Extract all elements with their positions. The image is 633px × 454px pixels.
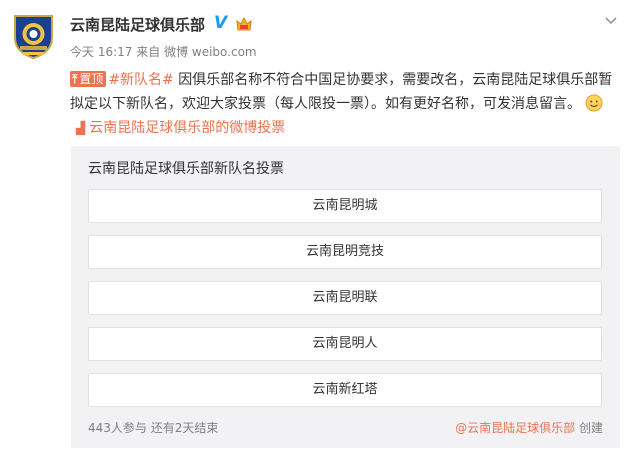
vip-crown-icon [235,15,253,33]
pinned-badge: ⤒ 置顶 [70,71,107,87]
vote-link-icon: ▟ [76,121,86,135]
post-meta: 今天 16:17 来自 微博 weibo.com [70,44,257,60]
vote-card: 云南昆陆足球俱乐部新队名投票 云南昆明城 云南昆明竞技 云南昆明联 云南昆明人 … [71,146,620,448]
pin-arrow-icon: ⤒ [72,72,78,86]
vote-option-button[interactable]: 云南昆明联 [88,281,602,315]
club-crest-icon [14,15,53,60]
post-body: ⤒ 置顶 #新队名# 因俱乐部名称不符合中国足协要求，需要改名，云南昆陆足球俱乐部暂… [70,68,618,140]
creator-link[interactable]: @云南昆陆足球俱乐部 [455,421,575,435]
vote-option-button[interactable]: 云南昆明竞技 [88,235,602,269]
vote-option-button[interactable]: 云南昆明城 [88,189,602,223]
post-options-chevron-icon[interactable] [603,12,619,25]
club-avatar[interactable] [11,12,56,60]
post-time[interactable]: 今天 16:17 [70,45,132,59]
vote-creator: @云南昆陆足球俱乐部 创建 [455,420,603,436]
participant-count: 443人参与 [88,421,147,435]
source-link[interactable]: 微博 weibo.com [164,45,257,59]
vote-option-button[interactable]: 云南昆明人 [88,327,602,361]
smile-emoji-icon [585,94,603,112]
source-prefix: 来自 [136,45,161,59]
verified-badge-icon: V [214,13,228,33]
vote-title: 云南昆陆足球俱乐部新队名投票 [88,161,284,177]
time-remaining: 还有2天结束 [150,421,219,435]
hashtag-link[interactable]: #新队名# [108,72,173,88]
vote-stats: 443人参与 还有2天结束 [88,420,218,436]
created-label: 创建 [578,421,603,435]
pinned-label: 置顶 [79,72,104,86]
vote-option-button[interactable]: 云南新红塔 [88,373,602,407]
vote-link[interactable]: 云南昆陆足球俱乐部的微博投票 [89,120,285,136]
account-name[interactable]: 云南昆陆足球俱乐部 [70,15,205,35]
